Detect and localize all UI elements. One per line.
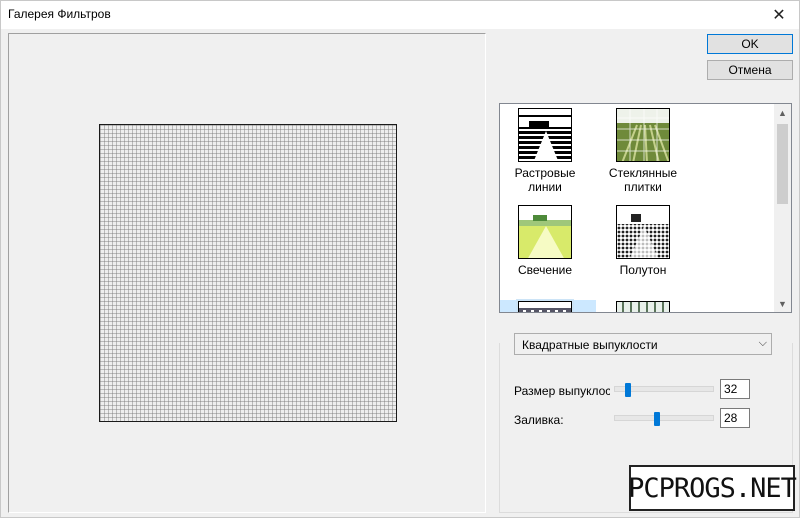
preview-panel: [8, 33, 486, 513]
filter-list-scrollbar[interactable]: ▲ ▼: [774, 104, 791, 312]
scroll-up-button[interactable]: ▲: [774, 104, 791, 121]
fill-slider[interactable]: [614, 412, 714, 426]
slider-thumb[interactable]: [654, 412, 660, 426]
filter-label: Полутон: [619, 263, 667, 277]
filter-select[interactable]: Квадратные выпуклости ⌵: [514, 333, 772, 355]
ok-button[interactable]: OK: [707, 34, 793, 54]
fill-input[interactable]: [720, 408, 750, 428]
bump-size-slider[interactable]: [614, 383, 714, 397]
filter-item-partial[interactable]: [598, 301, 688, 312]
filter-item-raster-lines[interactable]: Растровые линии: [500, 108, 590, 194]
filter-item-glass-tiles[interactable]: Стеклянные плитки: [598, 108, 688, 194]
slider-track: [614, 415, 714, 421]
filter-item-partial[interactable]: [500, 299, 590, 312]
watermark-logo: PCPROGS.NET: [628, 465, 797, 511]
filter-label: Растровые линии: [514, 166, 576, 194]
preview-image: [99, 124, 397, 422]
scroll-thumb[interactable]: [777, 124, 788, 204]
scroll-down-button[interactable]: ▼: [774, 295, 791, 312]
raster-lines-thumbnail-icon: [518, 108, 572, 162]
filter-label: Стеклянные плитки: [608, 166, 678, 194]
title-bar: Галерея Фильтров ✕: [1, 1, 799, 29]
stripes-thumbnail-icon: [616, 301, 670, 312]
cancel-button[interactable]: Отмена: [707, 60, 793, 80]
chevron-down-icon: ▼: [778, 298, 787, 309]
filter-list: Растровые линии Стеклянные плитки Свечен…: [499, 103, 792, 313]
filter-item-glow[interactable]: Свечение: [500, 205, 590, 277]
halftone-thumbnail-icon: [616, 205, 670, 259]
glass-tiles-thumbnail-icon: [616, 108, 670, 162]
filter-item-halftone[interactable]: Полутон: [598, 205, 688, 277]
close-button[interactable]: ✕: [759, 1, 799, 29]
filter-select-value: Квадратные выпуклости: [522, 338, 658, 352]
close-icon: ✕: [772, 7, 786, 24]
chevron-up-icon: ▲: [778, 107, 787, 118]
filter-label: Свечение: [517, 263, 573, 277]
chevron-down-icon: ⌵: [758, 337, 767, 349]
filter-gallery-dialog: Галерея Фильтров ✕ OK Отмена Растровые л…: [0, 0, 800, 518]
slider-thumb[interactable]: [625, 383, 631, 397]
window-title: Галерея Фильтров: [8, 7, 111, 21]
bump-size-input[interactable]: [720, 379, 750, 399]
glow-thumbnail-icon: [518, 205, 572, 259]
bumps-thumbnail-icon: [516, 299, 574, 312]
bump-size-label: Размер выпуклос: [514, 384, 610, 398]
fill-label: Заливка:: [514, 413, 564, 427]
